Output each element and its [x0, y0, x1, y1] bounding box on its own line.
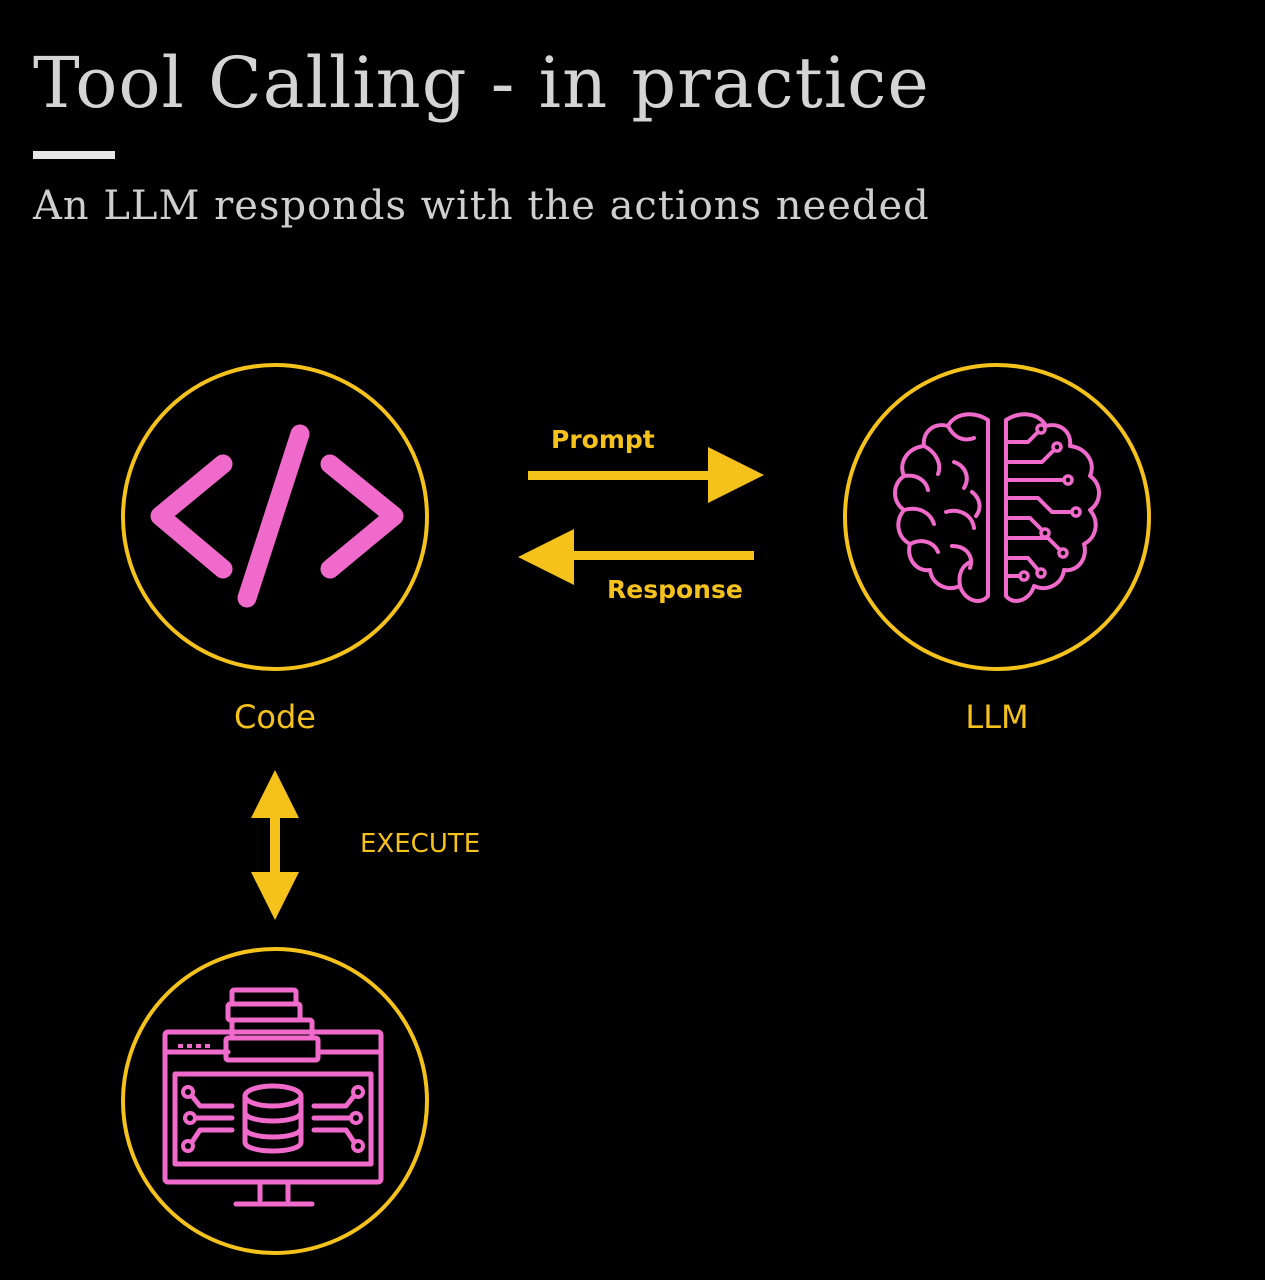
- prompt-arrow-label: Prompt: [551, 425, 655, 454]
- code-node: [120, 362, 430, 672]
- slide-subtitle: An LLM responds with the actions needed: [33, 183, 930, 229]
- title-underline: [33, 151, 115, 159]
- tools-node: [120, 946, 430, 1256]
- llm-node: [842, 362, 1152, 672]
- llm-node-label: LLM: [965, 698, 1029, 736]
- execute-arrow: [251, 770, 299, 920]
- database-monitor-icon: [121, 947, 429, 1255]
- execute-arrow-label: EXECUTE: [360, 829, 481, 859]
- response-arrow-label: Response: [607, 575, 743, 604]
- brain-circuit-icon: [843, 363, 1151, 671]
- slide-title: Tool Calling - in practice: [33, 42, 930, 124]
- code-node-label: Code: [234, 698, 316, 736]
- code-brackets-icon: [121, 363, 429, 671]
